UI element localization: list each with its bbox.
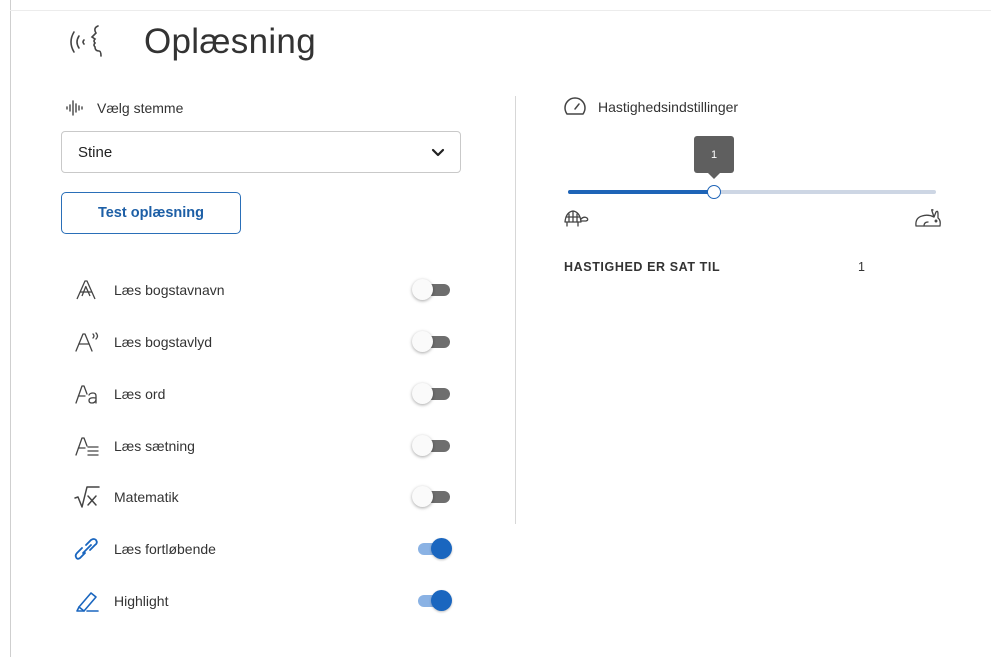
voice-select[interactable]: Stine <box>61 131 461 173</box>
slider-fill <box>568 190 714 194</box>
slider-thumb[interactable] <box>707 185 721 199</box>
square-root-icon <box>74 484 100 510</box>
slider-value-tooltip: 1 <box>694 136 734 179</box>
toggle-word[interactable] <box>412 382 452 406</box>
page-header: Oplæsning <box>64 18 316 66</box>
toggle-letter-sound[interactable] <box>412 330 452 354</box>
speed-status-value: 1 <box>858 260 865 274</box>
link-icon <box>74 536 100 562</box>
top-border <box>10 10 991 11</box>
turtle-icon <box>563 208 591 233</box>
toggle-highlight[interactable] <box>412 589 452 613</box>
waveform-icon <box>66 100 83 116</box>
speed-label: Hastighedsindstillinger <box>598 99 739 115</box>
word-icon <box>74 381 100 407</box>
toggle-sentence[interactable] <box>412 434 452 458</box>
option-row-letter-sound: Læs bogstavlyd <box>74 328 464 356</box>
voice-select-value: Stine <box>78 143 113 161</box>
rabbit-icon <box>914 206 942 233</box>
option-row-math: Matematik <box>74 483 464 511</box>
page-title: Oplæsning <box>144 22 316 61</box>
speed-status-label: HASTIGHED ER SAT TIL <box>564 260 721 274</box>
toggle-continuous[interactable] <box>412 537 452 561</box>
speed-section-label: Hastighedsindstillinger <box>564 97 738 117</box>
option-row-letter-name: Læs bogstavnavn <box>74 276 464 304</box>
voice-label: Vælg stemme <box>97 100 184 116</box>
left-border <box>10 0 11 657</box>
letter-a-sound-icon <box>74 329 100 355</box>
speaking-head-icon <box>64 18 112 66</box>
letter-a-icon <box>74 277 100 303</box>
highlighter-icon <box>74 588 100 614</box>
toggle-math[interactable] <box>412 485 452 509</box>
toggle-letter-name[interactable] <box>412 278 452 302</box>
test-reading-button[interactable]: Test oplæsning <box>61 192 241 234</box>
speed-slider[interactable]: 1 <box>566 136 938 199</box>
chevron-down-icon <box>431 148 445 157</box>
column-divider <box>515 96 516 524</box>
option-row-sentence: Læs sætning <box>74 432 464 460</box>
option-row-continuous: Læs fortløbende <box>74 535 464 563</box>
sentence-icon <box>74 433 100 459</box>
option-row-word: Læs ord <box>74 380 464 408</box>
option-row-highlight: Highlight <box>74 587 464 615</box>
voice-section-label: Vælg stemme <box>65 98 183 118</box>
speedometer-icon <box>564 97 586 115</box>
